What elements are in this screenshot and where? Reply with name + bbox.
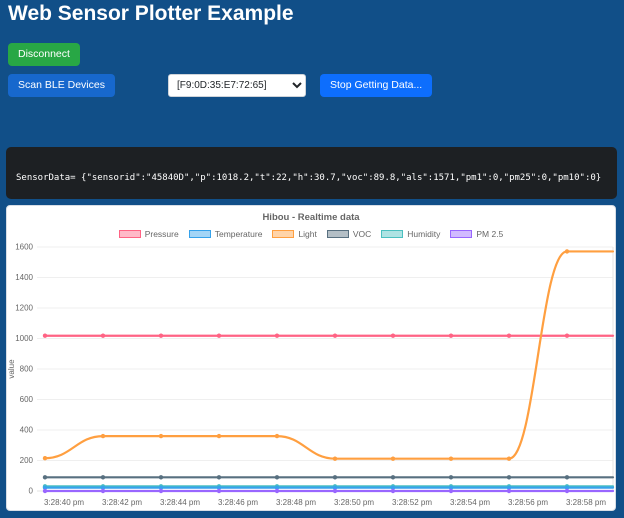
data-point-pressure (43, 334, 47, 338)
legend-swatch-pressure (119, 230, 141, 238)
x-tick-label: 3:28:54 pm (450, 498, 490, 507)
y-tick-label: 600 (20, 395, 34, 404)
chart-title: Hibou - Realtime data (7, 212, 615, 223)
stop-getting-data-button[interactable]: Stop Getting Data... (320, 74, 432, 97)
page: { "page": { "title": "Web Sensor Plotter… (0, 0, 624, 518)
legend-swatch-temperature (189, 230, 211, 238)
x-tick-label: 3:28:58 pm (566, 498, 606, 507)
data-point-pm-2-5 (333, 489, 337, 493)
x-tick-label: 3:28:44 pm (160, 498, 200, 507)
legend-item-pressure[interactable]: Pressure (119, 229, 179, 239)
y-tick-label: 1000 (15, 334, 33, 343)
legend-swatch-voc (327, 230, 349, 238)
sensor-data-text: SensorData= {"sensorid":"45840D","p":101… (16, 173, 601, 183)
data-point-pressure (565, 334, 569, 338)
data-point-pressure (275, 334, 279, 338)
data-point-voc (275, 475, 279, 479)
data-point-light (449, 456, 453, 460)
data-point-pm-2-5 (507, 489, 511, 493)
data-point-voc (449, 475, 453, 479)
data-point-light (159, 434, 163, 438)
data-point-light (43, 456, 47, 460)
data-point-pressure (391, 334, 395, 338)
x-tick-label: 3:28:56 pm (508, 498, 548, 507)
sensor-data-console: SensorData= {"sensorid":"45840D","p":101… (6, 147, 617, 199)
data-point-pm-2-5 (159, 489, 163, 493)
x-tick-label: 3:28:50 pm (334, 498, 374, 507)
data-point-light (565, 249, 569, 253)
data-point-pm-2-5 (217, 489, 221, 493)
data-point-light (391, 456, 395, 460)
data-point-voc (217, 475, 221, 479)
legend-label: Humidity (407, 229, 440, 239)
data-point-pressure (333, 334, 337, 338)
data-point-pressure (101, 334, 105, 338)
chart-card: Hibou - Realtime data Pressure Temperatur… (6, 205, 616, 511)
x-tick-label: 3:28:52 pm (392, 498, 432, 507)
data-point-voc (507, 475, 511, 479)
data-point-voc (43, 475, 47, 479)
legend-item-light[interactable]: Light (272, 229, 316, 239)
page-title: Web Sensor Plotter Example (8, 2, 294, 26)
data-point-pm-2-5 (449, 489, 453, 493)
data-point-pm-2-5 (275, 489, 279, 493)
data-point-pressure (159, 334, 163, 338)
y-tick-label: 200 (20, 456, 34, 465)
data-point-light (333, 456, 337, 460)
legend-label: PM 2.5 (476, 229, 503, 239)
y-tick-label: 1200 (15, 304, 33, 313)
legend-item-humidity[interactable]: Humidity (381, 229, 440, 239)
x-tick-label: 3:28:42 pm (102, 498, 142, 507)
legend-label: Pressure (145, 229, 179, 239)
x-tick-label: 3:28:46 pm (218, 498, 258, 507)
legend-swatch-light (272, 230, 294, 238)
y-tick-label: 0 (29, 487, 34, 496)
data-point-pressure (507, 334, 511, 338)
disconnect-button[interactable]: Disconnect (8, 43, 80, 66)
legend-item-voc[interactable]: VOC (327, 229, 371, 239)
data-point-pressure (449, 334, 453, 338)
y-tick-label: 1400 (15, 273, 33, 282)
data-point-voc (101, 475, 105, 479)
legend-swatch-humidity (381, 230, 403, 238)
y-tick-label: 800 (20, 365, 34, 374)
data-point-voc (333, 475, 337, 479)
legend-item-temperature[interactable]: Temperature (189, 229, 263, 239)
data-point-pm-2-5 (43, 489, 47, 493)
legend-item-pm-2-5[interactable]: PM 2.5 (450, 229, 503, 239)
legend-label: VOC (353, 229, 371, 239)
data-point-pm-2-5 (101, 489, 105, 493)
x-tick-label: 3:28:40 pm (44, 498, 84, 507)
data-point-light (101, 434, 105, 438)
series-line-light (45, 251, 613, 458)
legend-label: Light (298, 229, 316, 239)
data-point-voc (391, 475, 395, 479)
device-select[interactable]: [F9:0D:35:E7:72:65] (168, 74, 306, 97)
y-axis-title: value (7, 359, 16, 379)
data-point-light (275, 434, 279, 438)
legend-label: Temperature (215, 229, 263, 239)
chart-plot: 0 200 400 600 800 1000 1200 1400 1600 3:28:40 pm 3… (7, 239, 617, 512)
data-point-pressure (217, 334, 221, 338)
data-point-pm-2-5 (565, 489, 569, 493)
data-point-light (217, 434, 221, 438)
data-point-pm-2-5 (391, 489, 395, 493)
y-tick-label: 1600 (15, 243, 33, 252)
data-point-voc (565, 475, 569, 479)
legend-swatch-pm-2-5 (450, 230, 472, 238)
y-tick-label: 400 (20, 426, 34, 435)
x-tick-label: 3:28:48 pm (276, 498, 316, 507)
data-point-voc (159, 475, 163, 479)
data-point-light (507, 456, 511, 460)
scan-ble-devices-button[interactable]: Scan BLE Devices (8, 74, 115, 97)
